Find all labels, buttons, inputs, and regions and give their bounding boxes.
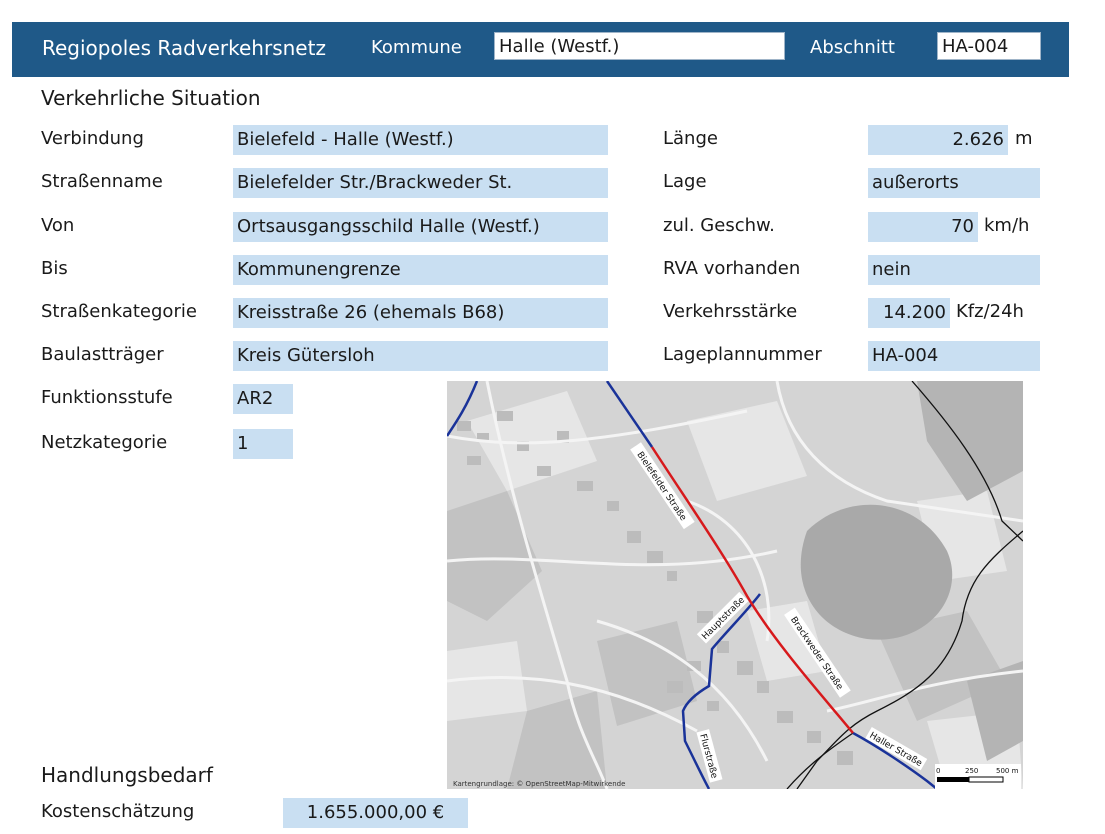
kommune-label: Kommune (371, 37, 462, 58)
laenge-field[interactable]: 2.626 (868, 125, 1008, 155)
strassenname-label: Straßenname (41, 171, 163, 192)
map-scale-bar: 0 250 500 m (935, 764, 1021, 789)
lage-field[interactable]: außerorts (868, 168, 1040, 198)
strassenkategorie-field[interactable]: Kreisstraße 26 (ehemals B68) (233, 298, 608, 328)
lageplannummer-field[interactable]: HA-004 (868, 341, 1040, 371)
location-map: Bielefelder Straße Brackweder Straße Hau… (447, 381, 1023, 789)
verkehrsstaerke-unit: Kfz/24h (956, 301, 1024, 322)
baulasttraeger-label: Baulastträger (41, 344, 164, 365)
baulasttraeger-field[interactable]: Kreis Gütersloh (233, 341, 608, 371)
header-bar: Regiopoles Radverkehrsnetz Kommune Halle… (12, 22, 1069, 77)
abschnitt-field[interactable]: HA-004 (937, 32, 1041, 60)
strassenkategorie-label: Straßenkategorie (41, 301, 197, 322)
verkehrsstaerke-label: Verkehrsstärke (663, 301, 798, 322)
abschnitt-label: Abschnitt (810, 37, 895, 58)
map-canvas: Bielefelder Straße Brackweder Straße Hau… (447, 381, 1023, 789)
verkehrsstaerke-field[interactable]: 14.200 (868, 298, 950, 328)
bis-label: Bis (41, 258, 68, 279)
rva-label: RVA vorhanden (663, 258, 801, 279)
verbindung-field[interactable]: Bielefeld - Halle (Westf.) (233, 125, 608, 155)
strassenname-field[interactable]: Bielefelder Str./Brackweder St. (233, 168, 608, 198)
netzkategorie-label: Netzkategorie (41, 432, 168, 453)
bis-field[interactable]: Kommunengrenze (233, 255, 608, 285)
laenge-label: Länge (663, 128, 718, 149)
von-label: Von (41, 215, 75, 236)
geschwindigkeit-unit: km/h (984, 215, 1030, 236)
map-credit: Kartengrundlage: © OpenStreetMap-Mitwirk… (453, 780, 625, 788)
scale-label-zero: 0 (936, 767, 940, 775)
verbindung-label: Verbindung (41, 128, 144, 149)
kosten-field[interactable]: 1.655.000,00 € (283, 798, 468, 828)
netzkategorie-field[interactable]: 1 (233, 429, 293, 459)
funktionsstufe-field[interactable]: AR2 (233, 384, 293, 414)
geschwindigkeit-field[interactable]: 70 (868, 212, 978, 242)
kommune-field[interactable]: Halle (Westf.) (494, 32, 785, 60)
lageplannummer-label: Lageplannummer (663, 344, 822, 365)
section-heading-handlung: Handlungsbedarf (41, 763, 213, 787)
von-field[interactable]: Ortsausgangsschild Halle (Westf.) (233, 212, 608, 242)
kosten-label: Kostenschätzung (41, 801, 195, 822)
geschwindigkeit-label: zul. Geschw. (663, 215, 775, 236)
app-title: Regiopoles Radverkehrsnetz (42, 36, 326, 60)
rva-field[interactable]: nein (868, 255, 1040, 285)
funktionsstufe-label: Funktionsstufe (41, 387, 173, 408)
lage-label: Lage (663, 171, 707, 192)
scale-label-end: 500 m (996, 767, 1019, 775)
scale-label-mid: 250 (965, 767, 978, 775)
laenge-unit: m (1015, 128, 1033, 149)
section-heading-situation: Verkehrliche Situation (41, 86, 261, 110)
